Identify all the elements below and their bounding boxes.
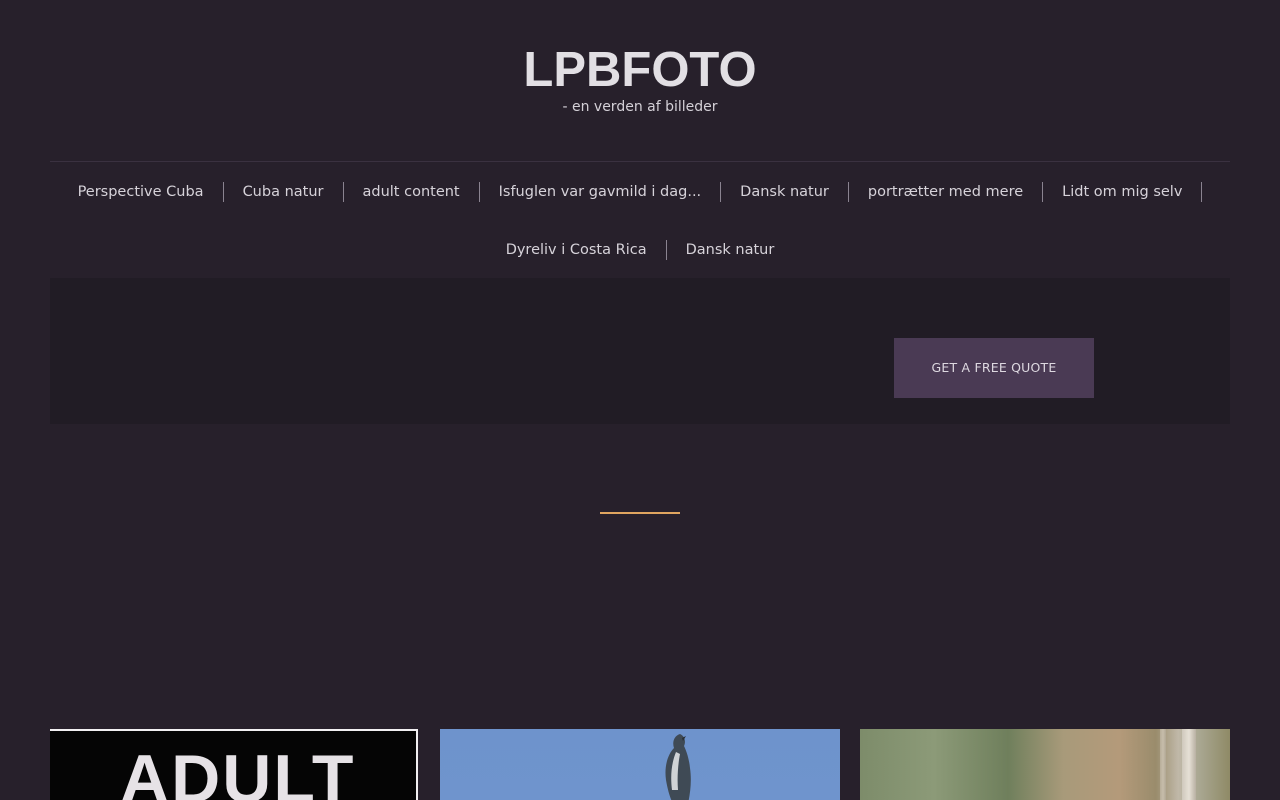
section-accent-divider	[600, 512, 680, 514]
adult-thumbnail[interactable]: ADULT	[50, 729, 418, 800]
hero-section: GET A FREE QUOTE	[50, 278, 1230, 424]
get-free-quote-button[interactable]: GET A FREE QUOTE	[894, 338, 1094, 398]
adult-thumbnail-text: ADULT	[120, 741, 356, 800]
nav-item-isfuglen[interactable]: Isfuglen var gavmild i dag...	[480, 182, 722, 202]
nav-item-dansk-natur-2[interactable]: Dansk natur	[667, 240, 794, 260]
nav-item-dansk-natur[interactable]: Dansk natur	[721, 182, 849, 202]
nav-item-lidt-om-mig-selv[interactable]: Lidt om mig selv	[1043, 182, 1203, 202]
nav-item-dyreliv-costa-rica[interactable]: Dyreliv i Costa Rica	[487, 240, 667, 260]
reed-stem	[1160, 729, 1166, 800]
site-title[interactable]: LPBFOTO	[0, 40, 1280, 100]
bird-thumbnail[interactable]	[440, 729, 840, 800]
nav-item-portraetter[interactable]: portrætter med mere	[849, 182, 1044, 202]
nav-item-cuba-natur[interactable]: Cuba natur	[224, 182, 344, 202]
site-header: LPBFOTO - en verden af billeder	[0, 0, 1280, 162]
nav-row-2: Dyreliv i Costa Rica Dansk natur	[50, 240, 1230, 260]
nav-item-adult-content[interactable]: adult content	[344, 182, 480, 202]
bird-image	[665, 734, 691, 800]
nav-divider	[50, 161, 1230, 162]
site-tagline: - en verden af billeder	[562, 99, 718, 115]
nav-row-1: Perspective Cuba Cuba natur adult conten…	[50, 182, 1230, 202]
reed-stem	[1182, 729, 1196, 800]
nav-item-perspective-cuba[interactable]: Perspective Cuba	[78, 182, 224, 202]
reeds-thumbnail[interactable]	[860, 729, 1230, 800]
